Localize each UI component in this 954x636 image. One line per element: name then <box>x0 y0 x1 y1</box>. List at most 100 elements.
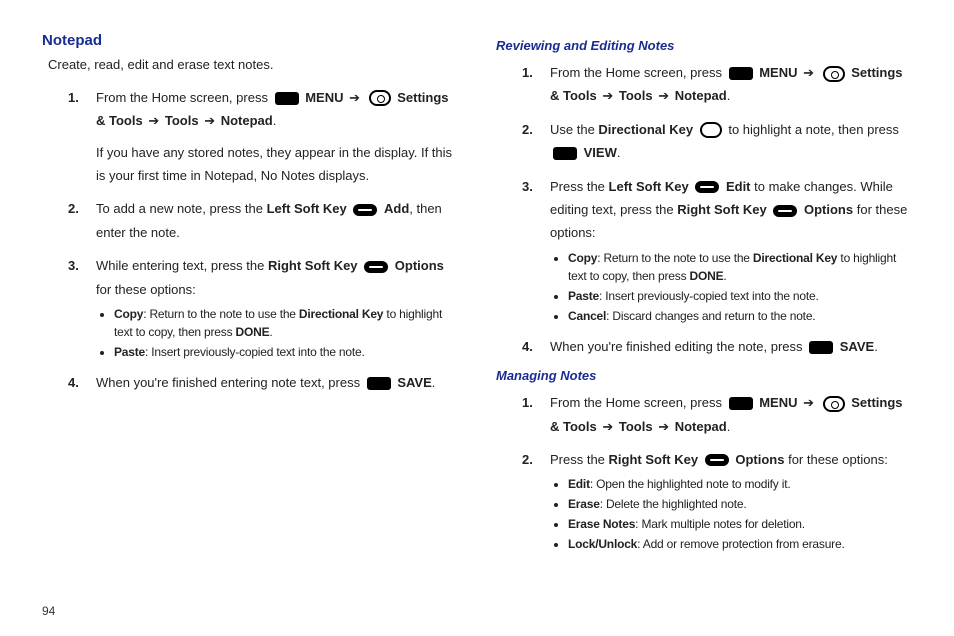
add-label: Add <box>384 201 409 216</box>
done-label: DONE <box>236 325 270 339</box>
ok-key-icon <box>809 341 833 354</box>
period: . <box>432 375 436 390</box>
edit-label: Edit <box>726 179 751 194</box>
soft-key-icon <box>353 204 377 216</box>
review-steps: From the Home screen, press MENU ➔ Setti… <box>496 61 912 358</box>
period: . <box>269 325 272 339</box>
opt-paste: Paste: Insert previously-copied text int… <box>568 287 912 305</box>
heading-reviewing: Reviewing and Editing Notes <box>496 38 912 53</box>
path-notepad: Notepad <box>675 88 727 103</box>
step-4: When you're finished entering note text,… <box>42 371 458 394</box>
text: Use the <box>550 122 598 137</box>
heading-managing: Managing Notes <box>496 368 912 383</box>
intro-text: Create, read, edit and erase text notes. <box>48 55 458 76</box>
mstep-2: Press the Right Soft Key Options for the… <box>496 448 912 553</box>
opt-erase: Erase: Delete the highlighted note. <box>568 495 912 513</box>
arrow-icon: ➔ <box>803 65 814 80</box>
erase-notes-text: : Mark multiple notes for deletion. <box>635 517 805 531</box>
cancel-label: Cancel <box>568 309 606 323</box>
period: . <box>727 419 731 434</box>
rstep-4: When you're finished editing the note, p… <box>496 335 912 358</box>
opt-lock: Lock/Unlock: Add or remove protection fr… <box>568 535 912 553</box>
arrow-icon: ➔ <box>602 419 613 434</box>
page-content: Notepad Create, read, edit and erase tex… <box>0 0 954 563</box>
menu-label: MENU <box>759 395 797 410</box>
view-label: VIEW <box>584 145 617 160</box>
edit-label: Edit <box>568 477 590 491</box>
menu-label: MENU <box>305 90 343 105</box>
directional-key-label: Directional Key <box>299 307 383 321</box>
left-soft-key-label: Left Soft Key <box>609 179 689 194</box>
page-number: 94 <box>42 604 55 618</box>
opt-paste: Paste: Insert previously-copied text int… <box>114 343 458 361</box>
path-tools: Tools <box>619 88 653 103</box>
paste-label: Paste <box>114 345 145 359</box>
arrow-icon: ➔ <box>803 395 814 410</box>
right-soft-key-label: Right Soft Key <box>609 452 699 467</box>
soft-key-icon <box>695 181 719 193</box>
heading-notepad: Notepad <box>42 32 458 49</box>
path-tools: Tools <box>619 419 653 434</box>
options-label: Options <box>735 452 784 467</box>
save-label: SAVE <box>397 375 431 390</box>
path-tools: Tools <box>165 113 199 128</box>
period: . <box>723 269 726 283</box>
soft-key-icon <box>364 261 388 273</box>
period: . <box>874 339 878 354</box>
erase-label: Erase <box>568 497 600 511</box>
lock-text: : Add or remove protection from erasure. <box>637 537 844 551</box>
right-soft-key-label: Right Soft Key <box>268 258 358 273</box>
create-steps: From the Home screen, press MENU ➔ Setti… <box>42 86 458 395</box>
arrow-icon: ➔ <box>602 88 613 103</box>
period: . <box>727 88 731 103</box>
right-column: Reviewing and Editing Notes From the Hom… <box>496 32 912 563</box>
ok-key-icon <box>553 147 577 160</box>
rstep-1: From the Home screen, press MENU ➔ Setti… <box>496 61 912 108</box>
text: From the Home screen, press <box>96 90 272 105</box>
save-label: SAVE <box>840 339 874 354</box>
ok-key-icon <box>729 67 753 80</box>
paste-text: : Insert previously-copied text into the… <box>599 289 819 303</box>
rstep-2: Use the Directional Key to highlight a n… <box>496 118 912 165</box>
edit-text: : Open the highlighted note to modify it… <box>590 477 791 491</box>
left-soft-key-label: Left Soft Key <box>267 201 347 216</box>
period: . <box>273 113 277 128</box>
arrow-icon: ➔ <box>658 88 669 103</box>
mstep-1: From the Home screen, press MENU ➔ Setti… <box>496 391 912 438</box>
opt-cancel: Cancel: Discard changes and return to th… <box>568 307 912 325</box>
center-key-icon <box>823 66 845 82</box>
text2: to highlight a note, then press <box>728 122 899 137</box>
cancel-text: : Discard changes and return to the note… <box>606 309 815 323</box>
directional-key-label: Directional Key <box>753 251 837 265</box>
rstep-3: Press the Left Soft Key Edit to make cha… <box>496 175 912 325</box>
options-list: Edit: Open the highlighted note to modif… <box>550 475 912 553</box>
opt-copy: Copy: Return to the note to use the Dire… <box>568 249 912 285</box>
text: When you're finished entering note text,… <box>96 375 364 390</box>
text: Press the <box>550 452 609 467</box>
right-soft-key-label: Right Soft Key <box>677 202 767 217</box>
text: When you're finished editing the note, p… <box>550 339 806 354</box>
step-3: While entering text, press the Right Sof… <box>42 254 458 361</box>
options-label: Options <box>395 258 444 273</box>
period: . <box>617 145 621 160</box>
opt-copy: Copy: Return to the note to use the Dire… <box>114 305 458 341</box>
text: From the Home screen, press <box>550 395 726 410</box>
opt-edit: Edit: Open the highlighted note to modif… <box>568 475 912 493</box>
text: From the Home screen, press <box>550 65 726 80</box>
path-notepad: Notepad <box>675 419 727 434</box>
manage-steps: From the Home screen, press MENU ➔ Setti… <box>496 391 912 553</box>
menu-label: MENU <box>759 65 797 80</box>
paste-label: Paste <box>568 289 599 303</box>
ok-key-icon <box>729 397 753 410</box>
copy-label: Copy <box>114 307 143 321</box>
step1-note: If you have any stored notes, they appea… <box>96 141 458 188</box>
nav-key-icon <box>700 122 722 138</box>
lock-label: Lock/Unlock <box>568 537 637 551</box>
done-label: DONE <box>690 269 724 283</box>
erase-notes-label: Erase Notes <box>568 517 635 531</box>
text: To add a new note, press the <box>96 201 267 216</box>
left-column: Notepad Create, read, edit and erase tex… <box>42 32 458 563</box>
arrow-icon: ➔ <box>204 113 215 128</box>
copy-text: : Return to the note to use the <box>597 251 753 265</box>
paste-text: : Insert previously-copied text into the… <box>145 345 365 359</box>
